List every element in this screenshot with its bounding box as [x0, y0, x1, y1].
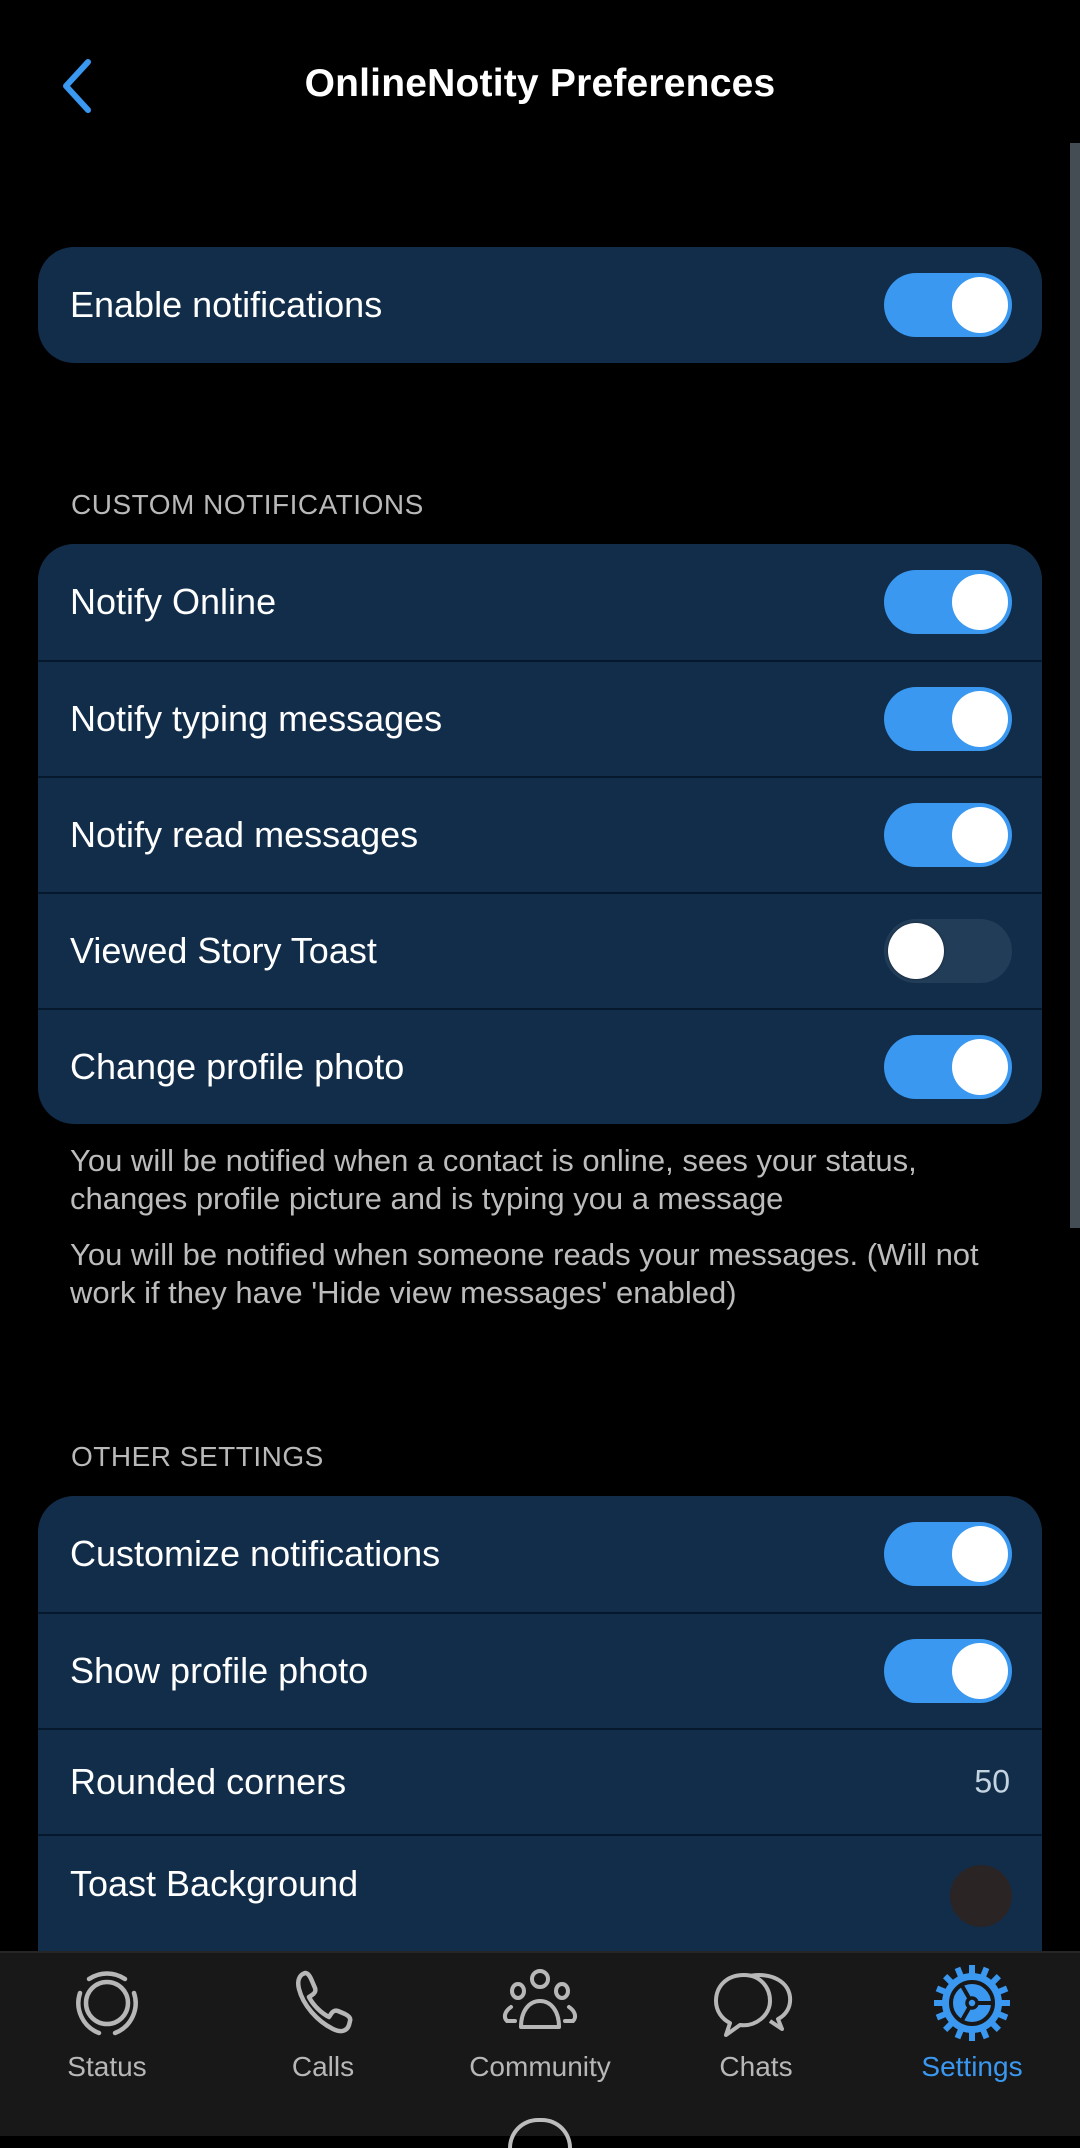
setting-row-toast-background[interactable]: Toast Background: [38, 1834, 1042, 1950]
nav-label: Chats: [719, 2051, 793, 2082]
setting-row-notify-typing[interactable]: Notify typing messages: [38, 660, 1042, 776]
nav-item-settings[interactable]: Settings: [872, 1963, 1072, 2083]
setting-label: Rounded corners: [70, 1761, 347, 1802]
app-header: OnlineNotity Preferences: [0, 0, 1080, 175]
status-icon: [76, 1971, 138, 2036]
change-profile-photo-toggle[interactable]: [884, 1035, 1012, 1099]
setting-label: Change profile photo: [70, 1046, 405, 1087]
section-footer-text: You will be notified when a contact is o…: [70, 1143, 917, 1216]
nav-label: Calls: [291, 2051, 355, 2082]
setting-label: Notify Online: [70, 581, 277, 622]
notify-read-toggle[interactable]: [884, 803, 1012, 867]
toggle-knob: [952, 574, 1008, 630]
setting-row-notify-online[interactable]: Notify Online: [38, 544, 1042, 660]
toggle-knob: [888, 923, 944, 979]
setting-row-customize-notifications[interactable]: Customize notifications: [38, 1496, 1042, 1612]
setting-label: Viewed Story Toast: [70, 930, 377, 971]
section-title-other-settings: OTHER SETTINGS: [71, 1441, 324, 1472]
setting-row-notify-read[interactable]: Notify read messages: [38, 776, 1042, 892]
setting-row-change-profile-photo[interactable]: Change profile photo: [38, 1008, 1042, 1124]
page-title: OnlineNotity Preferences: [304, 62, 776, 105]
enable-notifications-toggle[interactable]: [884, 273, 1012, 337]
nav-item-chats[interactable]: Chats: [656, 1963, 856, 2083]
nav-item-community[interactable]: Community: [440, 1963, 640, 2083]
notify-online-toggle[interactable]: [884, 570, 1012, 634]
enable-notifications-card: Enable notifications: [38, 247, 1042, 363]
section-footer-text: You will be notified when someone reads …: [70, 1237, 979, 1310]
setting-label: Enable notifications: [70, 284, 383, 325]
setting-row-rounded-corners[interactable]: Rounded corners 50: [38, 1728, 1042, 1834]
show-profile-photo-toggle[interactable]: [884, 1639, 1012, 1703]
bottom-navigation: Status Calls Community Chats Settings: [0, 1951, 1080, 2136]
custom-notifications-card: Notify Online Notify typing messages Not…: [38, 544, 1042, 1124]
phone-icon: [296, 1970, 353, 2034]
other-settings-card: Customize notifications Show profile pho…: [38, 1496, 1042, 1976]
nav-label: Status: [67, 2051, 147, 2082]
scrollbar[interactable]: [1070, 143, 1080, 1228]
setting-row-show-profile-photo[interactable]: Show profile photo: [38, 1612, 1042, 1728]
setting-label: Toast Background: [70, 1863, 359, 1904]
setting-label: Notify read messages: [70, 814, 419, 855]
setting-label: Customize notifications: [70, 1533, 441, 1574]
gear-icon: [934, 1965, 1010, 2041]
community-icon: [502, 1969, 578, 2029]
toggle-knob: [952, 277, 1008, 333]
notify-typing-toggle[interactable]: [884, 687, 1012, 751]
nav-item-calls[interactable]: Calls: [223, 1963, 423, 2083]
toggle-knob: [952, 1526, 1008, 1582]
setting-row-enable-notifications[interactable]: Enable notifications: [38, 247, 1042, 363]
toggle-knob: [952, 691, 1008, 747]
toggle-knob: [952, 1643, 1008, 1699]
toast-background-color-swatch[interactable]: [950, 1865, 1012, 1927]
viewed-story-toast-toggle[interactable]: [884, 919, 1012, 983]
rounded-corners-value: 50: [974, 1763, 1010, 1800]
nav-label: Community: [469, 2051, 611, 2082]
nav-label: Settings: [921, 2051, 1023, 2082]
setting-label: Notify typing messages: [70, 698, 443, 739]
toggle-knob: [952, 1039, 1008, 1095]
setting-label: Show profile photo: [70, 1650, 369, 1691]
setting-row-viewed-story-toast[interactable]: Viewed Story Toast: [38, 892, 1042, 1008]
toggle-knob: [952, 807, 1008, 863]
nav-item-status[interactable]: Status: [7, 1963, 207, 2083]
customize-notifications-toggle[interactable]: [884, 1522, 1012, 1586]
section-title-custom-notifications: CUSTOM NOTIFICATIONS: [71, 489, 424, 520]
chat-bubbles-icon: [714, 1973, 793, 2037]
